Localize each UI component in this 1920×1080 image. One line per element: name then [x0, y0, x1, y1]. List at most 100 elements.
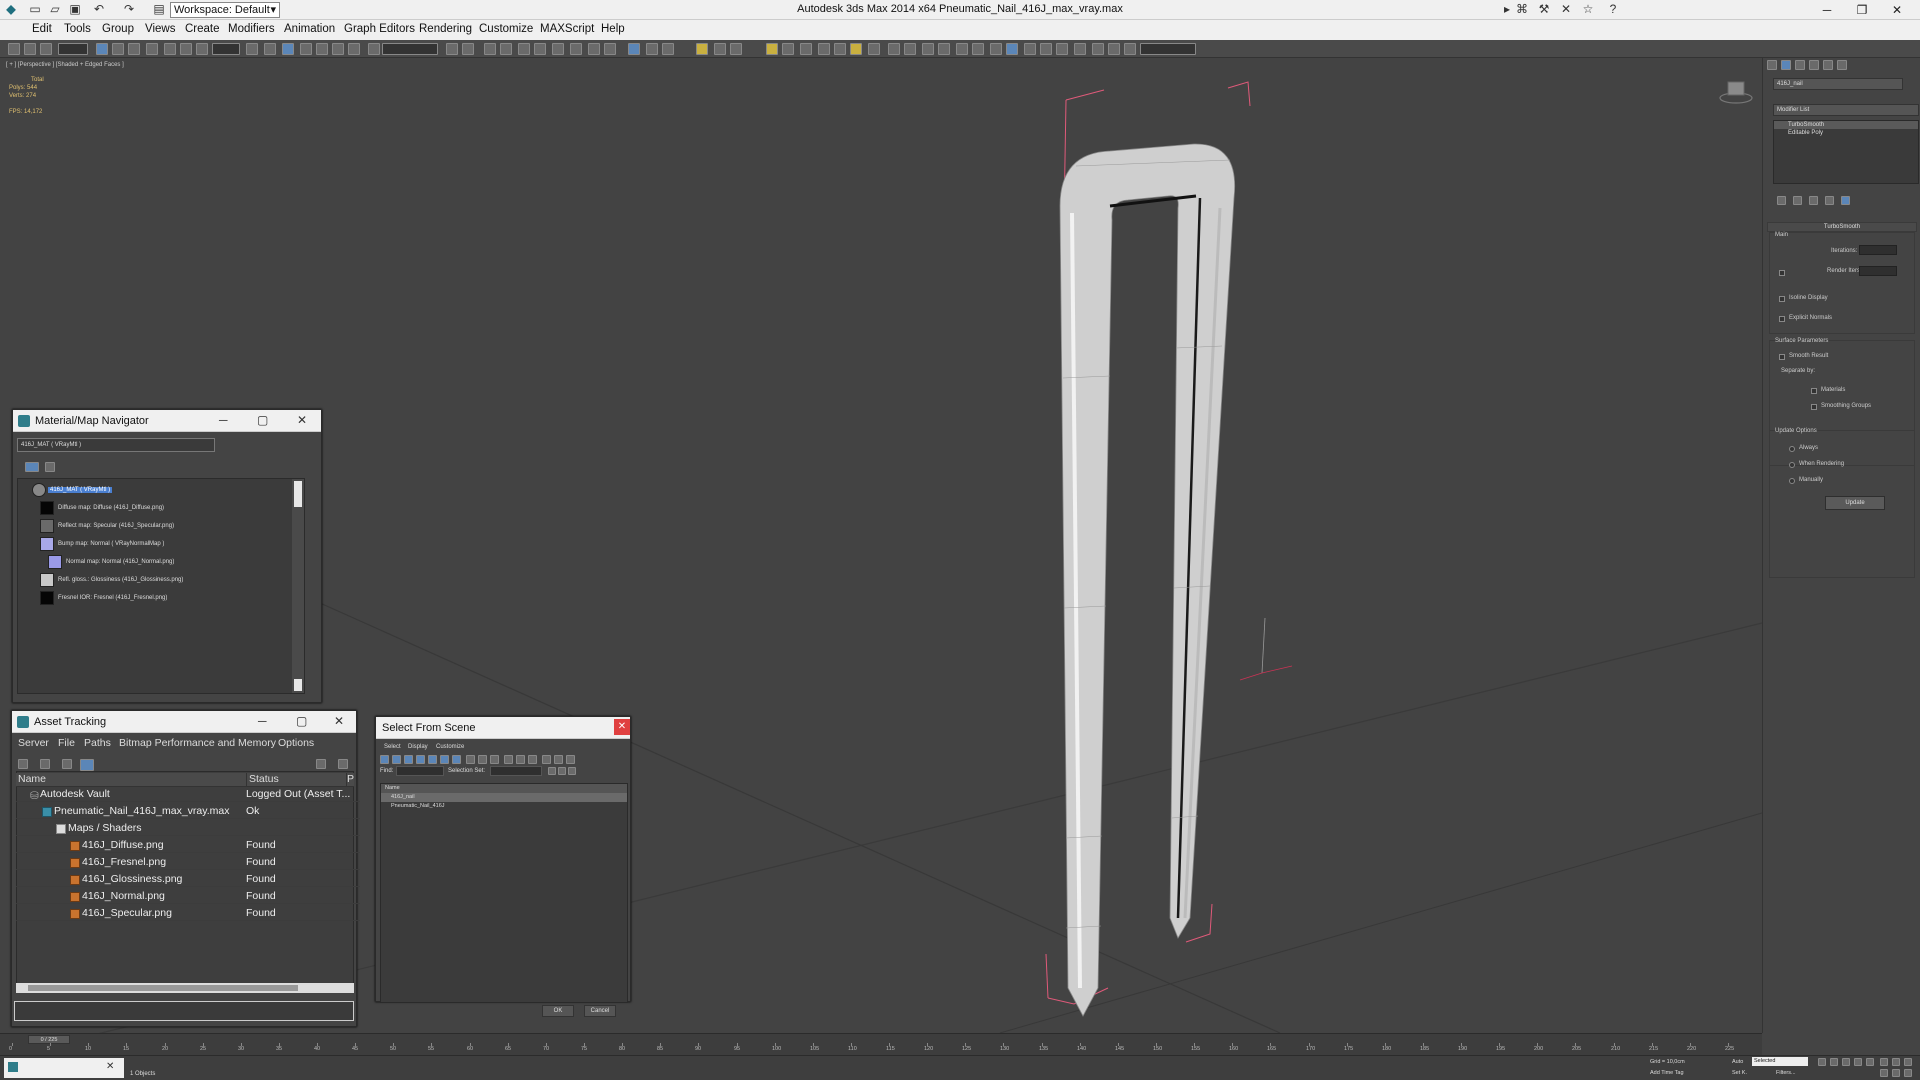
- align-icon[interactable]: [462, 43, 474, 55]
- object-name-field[interactable]: 416J_nail: [1773, 78, 1903, 90]
- tree-view-icon[interactable]: [62, 759, 72, 769]
- vray-light-icon[interactable]: [696, 43, 708, 55]
- omni-light-icon[interactable]: [868, 43, 880, 55]
- spinner-snap-icon[interactable]: [348, 43, 360, 55]
- open-file-icon[interactable]: ▱: [48, 2, 62, 16]
- batch-render-icon[interactable]: [1056, 43, 1068, 55]
- hair-icon[interactable]: [956, 43, 968, 55]
- modifier-stack[interactable]: TurboSmooth Editable Poly: [1773, 120, 1919, 184]
- filter-groups-icon[interactable]: [452, 755, 461, 764]
- maximize-viewport-icon[interactable]: [1904, 1069, 1912, 1077]
- menu-tools[interactable]: Tools: [64, 23, 91, 35]
- link-icon[interactable]: [8, 43, 20, 55]
- close-icon[interactable]: ✕: [297, 413, 307, 427]
- isoline-display-checkbox[interactable]: [1779, 296, 1785, 302]
- maximize-icon[interactable]: ▢: [257, 413, 268, 427]
- menu-edit[interactable]: Edit: [32, 23, 52, 35]
- reference-coordinate-select[interactable]: [212, 43, 240, 55]
- percent-snap-icon[interactable]: [332, 43, 344, 55]
- project-folder-icon[interactable]: ▤: [152, 2, 166, 16]
- add-time-tag[interactable]: Add Time Tag: [1650, 1070, 1684, 1076]
- show-end-result-icon[interactable]: [1793, 196, 1802, 205]
- vray-light-lister-icon[interactable]: [662, 43, 674, 55]
- stack-item-editable-poly[interactable]: Editable Poly: [1774, 129, 1918, 137]
- edit-selection-set-icon[interactable]: [558, 767, 566, 775]
- filter-geometry-icon[interactable]: [380, 755, 389, 764]
- app-icon[interactable]: ◆: [4, 2, 18, 16]
- menu-animation[interactable]: Animation: [284, 23, 335, 35]
- pin-stack-icon[interactable]: [1777, 196, 1786, 205]
- torus-primitive-icon[interactable]: [818, 43, 830, 55]
- maximize-icon[interactable]: ▢: [296, 714, 307, 728]
- cloth-icon[interactable]: [972, 43, 984, 55]
- maximize-icon[interactable]: ❐: [1847, 1, 1877, 19]
- transform-gizmo[interactable]: [1239, 617, 1293, 681]
- bind-space-warp-icon[interactable]: [40, 43, 52, 55]
- filter-spacewarps-icon[interactable]: [440, 755, 449, 764]
- pneumatic-nail-model[interactable]: [1059, 143, 1236, 1017]
- time-slider-thumb[interactable]: 0 / 225: [28, 1035, 70, 1044]
- horizontal-scrollbar[interactable]: [16, 983, 354, 993]
- column-name[interactable]: Name: [16, 773, 246, 787]
- settings-icon[interactable]: [338, 759, 348, 769]
- display-tab-icon[interactable]: [1823, 60, 1833, 70]
- material-tree-row[interactable]: Normal map: Normal (416J_Normal.png): [18, 555, 294, 571]
- filter-bones-icon[interactable]: [478, 755, 487, 764]
- filter-lights-icon[interactable]: [404, 755, 413, 764]
- remove-modifier-icon[interactable]: [1825, 196, 1834, 205]
- menu-bitmap-performance[interactable]: Bitmap Performance and Memory: [119, 737, 276, 749]
- filter-xrefs-icon[interactable]: [466, 755, 475, 764]
- asset-path-field[interactable]: [14, 1001, 354, 1021]
- save-selection-set-icon[interactable]: [548, 767, 556, 775]
- search-arrow-icon[interactable]: ▸: [1500, 2, 1514, 16]
- list-options-icon[interactable]: [566, 755, 575, 764]
- hierarchy-tab-icon[interactable]: [1795, 60, 1805, 70]
- close-icon[interactable]: ✕: [106, 1061, 114, 1072]
- iterations-spinner[interactable]: [1859, 245, 1897, 255]
- orbit-icon[interactable]: [1904, 1058, 1912, 1066]
- update-button[interactable]: Update: [1825, 496, 1885, 510]
- xref-icon[interactable]: [1092, 43, 1104, 55]
- maxscript-listener-mini[interactable]: ✕: [4, 1058, 124, 1078]
- selection-filter-select[interactable]: [58, 43, 88, 55]
- auto-key-button[interactable]: Auto: [1732, 1059, 1743, 1065]
- material-name-field[interactable]: 416J_MAT ( VRayMtl ): [17, 438, 215, 452]
- key-filters-button[interactable]: Filters...: [1776, 1070, 1796, 1076]
- view-icons-icon[interactable]: [45, 462, 55, 472]
- previous-frame-icon[interactable]: [1830, 1058, 1838, 1066]
- go-to-start-icon[interactable]: [1818, 1058, 1826, 1066]
- time-slider[interactable]: 0 / 225 0 5 10 15 20 25 30 35 40 45 50 55 60 65 70 75 80…: [0, 1033, 1762, 1055]
- scene-object-list[interactable]: Name 416J_nail Pneumatic_Nail_416J: [380, 783, 628, 1003]
- script-icon[interactable]: [990, 43, 1002, 55]
- utilities-tab-icon[interactable]: [1837, 60, 1847, 70]
- binoculars-icon[interactable]: ⌘: [1515, 2, 1529, 16]
- schematic-view-icon[interactable]: [534, 43, 546, 55]
- tools-icon[interactable]: ⚒: [1537, 2, 1551, 16]
- field-of-view-icon[interactable]: [1880, 1069, 1888, 1077]
- view-cube-icon[interactable]: [1719, 81, 1753, 104]
- close-icon[interactable]: ✕: [614, 719, 630, 735]
- filter-shapes-icon[interactable]: [392, 755, 401, 764]
- smoothing-groups-checkbox[interactable]: [1811, 404, 1817, 410]
- cancel-button[interactable]: Cancel: [584, 1005, 616, 1017]
- menu-server[interactable]: Server: [18, 737, 49, 749]
- exchange-icon[interactable]: ✕: [1559, 2, 1573, 16]
- snaps-toggle-icon[interactable]: [300, 43, 312, 55]
- vray-sun-icon[interactable]: [714, 43, 726, 55]
- scrollbar-thumb[interactable]: [294, 481, 302, 507]
- table-row[interactable]: 416J_Diffuse.png Found: [16, 839, 360, 853]
- environment-icon[interactable]: [1024, 43, 1036, 55]
- window-crossing-icon[interactable]: [146, 43, 158, 55]
- vray-icon[interactable]: [628, 43, 640, 55]
- menu-create[interactable]: Create: [185, 23, 220, 35]
- menu-display[interactable]: Display: [408, 744, 428, 750]
- select-manipulate-icon[interactable]: [264, 43, 276, 55]
- edit-named-selection-icon[interactable]: [368, 43, 380, 55]
- vray-frame-buffer-icon[interactable]: [646, 43, 658, 55]
- table-row[interactable]: Pneumatic_Nail_416J_max_vray.max Ok: [16, 805, 360, 819]
- scrollbar-thumb[interactable]: [28, 985, 298, 991]
- turbosmooth-rollout-title[interactable]: TurboSmooth: [1767, 222, 1917, 232]
- find-input[interactable]: [396, 766, 444, 776]
- undo-icon[interactable]: ↶: [92, 2, 106, 16]
- refresh-icon[interactable]: [18, 759, 28, 769]
